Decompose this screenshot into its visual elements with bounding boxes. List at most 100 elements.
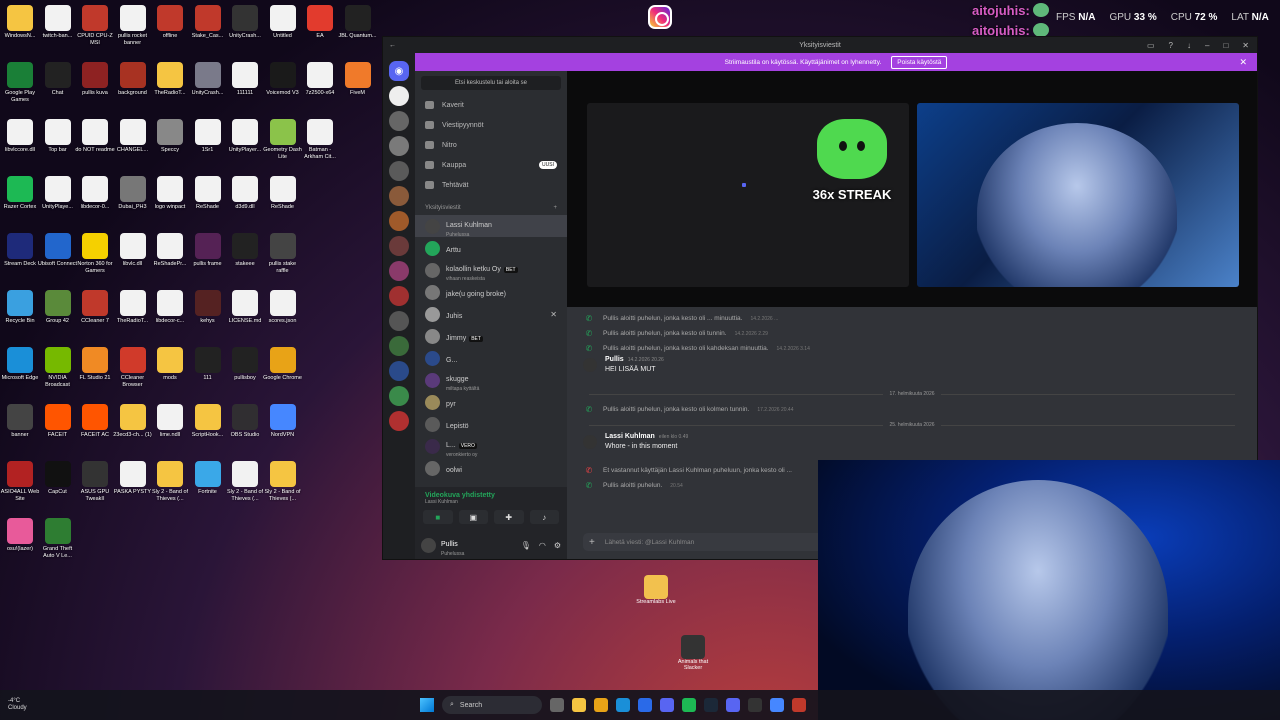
settings-gear-icon[interactable]: ⚙ bbox=[554, 541, 561, 550]
obs-icon[interactable] bbox=[748, 698, 762, 712]
desktop-icon[interactable]: UnityCrash... bbox=[225, 5, 265, 40]
discord-taskbar-icon[interactable] bbox=[660, 698, 674, 712]
desktop-icon[interactable]: Group 42 bbox=[38, 290, 78, 325]
server-icon[interactable] bbox=[389, 211, 409, 231]
desktop-icon[interactable]: ReShade bbox=[263, 176, 303, 211]
desktop-icon[interactable]: stakeee bbox=[225, 233, 265, 268]
desktop-icon[interactable]: pullis stake raffle bbox=[263, 233, 303, 274]
steam-icon[interactable] bbox=[704, 698, 718, 712]
desktop-icon[interactable]: mods bbox=[150, 347, 190, 382]
server-icon[interactable] bbox=[389, 311, 409, 331]
server-icon[interactable] bbox=[389, 186, 409, 206]
desktop-icon[interactable]: ReShadePr... bbox=[150, 233, 190, 268]
add-attachment-icon[interactable]: + bbox=[589, 537, 595, 548]
desktop-icon[interactable]: Norton 360 for Gamers bbox=[75, 233, 115, 274]
close-window-button[interactable]: ✕ bbox=[1242, 41, 1249, 50]
desktop-icon[interactable]: NVIDIA Broadcast bbox=[38, 347, 78, 388]
edge-icon[interactable] bbox=[616, 698, 630, 712]
desktop-icon[interactable]: lime.ndll bbox=[150, 404, 190, 439]
desktop-icon[interactable]: ASUS GPU TweakII bbox=[75, 461, 115, 502]
desktop-icon[interactable]: pullisboy bbox=[225, 347, 265, 382]
back-arrow-icon[interactable]: ← bbox=[389, 42, 396, 49]
avatar[interactable] bbox=[421, 537, 436, 553]
desktop-icon[interactable]: CCleaner Browser bbox=[113, 347, 153, 388]
task-view-icon[interactable] bbox=[550, 698, 564, 712]
desktop-icon[interactable]: ReShade bbox=[188, 176, 228, 211]
chrome-icon[interactable] bbox=[594, 698, 608, 712]
desktop-icon[interactable]: libdecor-0... bbox=[75, 176, 115, 211]
desktop-icon[interactable]: 1Sr1 bbox=[188, 119, 228, 154]
server-icon[interactable] bbox=[389, 86, 409, 106]
desktop-icon[interactable]: Top bar bbox=[38, 119, 78, 154]
app-icon[interactable] bbox=[792, 698, 806, 712]
desktop-icon[interactable]: UnityPlaye... bbox=[38, 176, 78, 211]
dm-item[interactable]: Lepistö bbox=[415, 413, 567, 435]
server-icon[interactable] bbox=[389, 411, 409, 431]
discord-home-icon[interactable]: ◉ bbox=[389, 61, 409, 81]
store-icon[interactable] bbox=[638, 698, 652, 712]
message-author[interactable]: Pullis bbox=[605, 356, 624, 363]
dm-item[interactable]: Lassi Kuhlman Puhelussa bbox=[415, 215, 567, 238]
desktop-icon[interactable]: FiveM bbox=[338, 62, 378, 97]
server-icon[interactable] bbox=[389, 111, 409, 131]
desktop-icon[interactable]: background bbox=[113, 62, 153, 97]
desktop-icon[interactable]: Sly 2 - Band of Thieves (... bbox=[263, 461, 303, 502]
message-input[interactable]: Lähetä viesti: @Lassi Kuhlman bbox=[605, 539, 694, 546]
app-icon[interactable] bbox=[726, 698, 740, 712]
close-icon[interactable]: ✕ bbox=[1239, 57, 1247, 68]
desktop-icon[interactable]: pullis frame bbox=[188, 233, 228, 268]
chat-message[interactable]: Lassi Kuhlman eilen klo 0.49 Whore - in th… bbox=[583, 433, 1241, 463]
spotify-icon[interactable] bbox=[682, 698, 696, 712]
desktop-icon[interactable]: FL Studio 21 bbox=[75, 347, 115, 382]
desktop-icon[interactable]: pullis kuva bbox=[75, 62, 115, 97]
desktop-icon[interactable]: libdecor-c... bbox=[150, 290, 190, 325]
desktop-icon[interactable]: Chat bbox=[38, 62, 78, 97]
dm-item[interactable]: skugge miltapa kyttältä bbox=[415, 369, 567, 392]
maximize-button[interactable]: □ bbox=[1223, 41, 1228, 50]
desktop-icon[interactable]: do NOT readme bbox=[75, 119, 115, 154]
minimize-button[interactable]: – bbox=[1205, 41, 1209, 50]
microphone-icon[interactable]: 🎙 bbox=[521, 541, 531, 550]
desktop-icon[interactable]: Google Chrome bbox=[263, 347, 303, 382]
dm-item[interactable]: Juhis ✕ bbox=[415, 303, 567, 325]
desktop-icon[interactable]: ScriptHook... bbox=[188, 404, 228, 439]
desktop-icon[interactable]: Stream Deck bbox=[0, 233, 40, 268]
desktop-icon[interactable]: CCleaner 7 bbox=[75, 290, 115, 325]
server-icon[interactable] bbox=[389, 161, 409, 181]
desktop-icon[interactable]: banner bbox=[0, 404, 40, 439]
nav-item-shop[interactable]: Kauppa UUSI bbox=[415, 155, 567, 175]
add-dm-icon[interactable]: + bbox=[553, 205, 557, 211]
desktop-icon[interactable]: Google Play Games bbox=[0, 62, 40, 103]
server-icon[interactable] bbox=[389, 386, 409, 406]
server-icon[interactable] bbox=[389, 336, 409, 356]
desktop-icon[interactable]: logo winpact bbox=[150, 176, 190, 211]
desktop-icon[interactable]: libvlccore.dll bbox=[0, 119, 40, 154]
file-explorer-icon[interactable] bbox=[572, 698, 586, 712]
desktop-icon[interactable]: 111111 bbox=[225, 62, 265, 97]
screen-share-button[interactable]: ▣ bbox=[458, 510, 488, 524]
desktop-icon[interactable]: Fortnite bbox=[188, 461, 228, 496]
camera-button[interactable]: ■ bbox=[423, 510, 453, 524]
server-icon[interactable] bbox=[389, 286, 409, 306]
taskbar-search[interactable]: ⌕ Search bbox=[442, 696, 542, 714]
desktop-icon[interactable]: Dubai_PH3 bbox=[113, 176, 153, 211]
desktop-icon[interactable]: d3d9.dll bbox=[225, 176, 265, 211]
dm-item[interactable]: Jimmy BET bbox=[415, 325, 567, 347]
desktop-icon[interactable]: Streamlabs Live bbox=[634, 575, 678, 605]
weather-widget[interactable]: -4°C Cloudy bbox=[8, 698, 27, 712]
desktop-icon[interactable]: Sly 2 - Band of Thieves (... bbox=[150, 461, 190, 502]
desktop-icon[interactable]: Microsoft Edge bbox=[0, 347, 40, 382]
desktop-icon[interactable]: offline bbox=[150, 5, 190, 40]
nav-item-nitro[interactable]: Nitro bbox=[415, 135, 567, 155]
dm-item[interactable]: pyr bbox=[415, 391, 567, 413]
desktop-icon[interactable]: Geometry Dash Lite bbox=[263, 119, 303, 160]
desktop-icon[interactable]: FACEIT bbox=[38, 404, 78, 439]
desktop-icon[interactable]: twitch-ban... bbox=[38, 5, 78, 40]
desktop-icon[interactable]: TheRadioT... bbox=[113, 290, 153, 325]
nav-item-quests[interactable]: Tehtävät bbox=[415, 175, 567, 195]
desktop-icon[interactable]: Untitled bbox=[263, 5, 303, 40]
desktop-icon[interactable]: UnityPlayer... bbox=[225, 119, 265, 154]
avatar[interactable] bbox=[583, 435, 597, 449]
avatar[interactable] bbox=[583, 358, 597, 372]
server-icon[interactable] bbox=[389, 136, 409, 156]
